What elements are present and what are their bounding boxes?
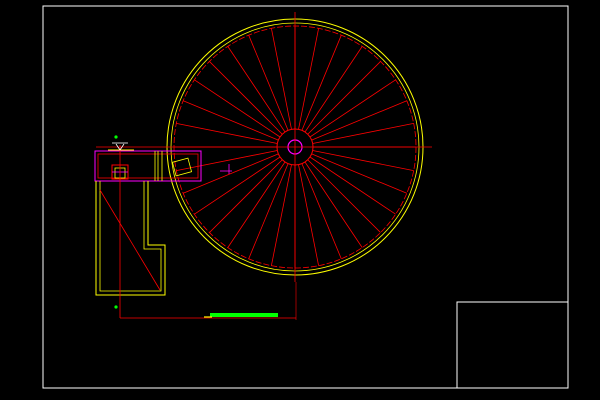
inlet-gate: [171, 157, 193, 177]
tank-spoke: [227, 161, 286, 248]
drawing-border: [42, 5, 569, 389]
channel-inner-wall: [99, 181, 162, 292]
tank-spoke: [309, 79, 396, 138]
cad-drawing-canvas: [42, 5, 569, 389]
cad-drawing-viewport: [0, 0, 600, 400]
tank-spoke: [194, 156, 281, 215]
inlet-channel-inner: [97, 153, 199, 179]
tank-spoke: [304, 46, 363, 133]
tank-spoke: [194, 79, 281, 138]
channel-diagonal: [99, 189, 161, 291]
tank-spoke: [309, 156, 396, 215]
tank-spoke: [304, 161, 363, 248]
north-marker-dot: [114, 135, 118, 139]
tank-spoke: [227, 46, 286, 133]
tank-spoke: [307, 159, 381, 233]
inlet-channel-outer: [94, 150, 202, 182]
tank-spoke: [307, 61, 381, 135]
accent-green-bar: [210, 313, 278, 317]
circular-tank: [96, 12, 432, 282]
dimension-line: [120, 282, 297, 320]
south-marker-dot: [114, 305, 118, 309]
title-block: [456, 301, 569, 389]
channel-outer-wall: [95, 181, 166, 296]
tank-spoke: [209, 61, 283, 135]
inlet-structure: [94, 149, 202, 182]
